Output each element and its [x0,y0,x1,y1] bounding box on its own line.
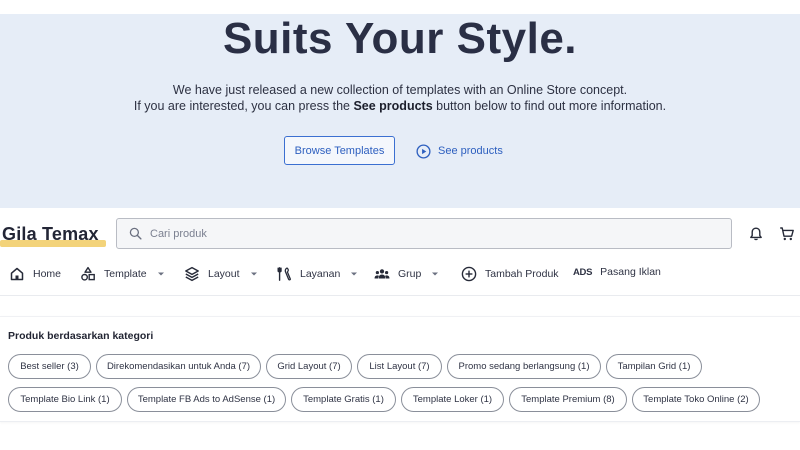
shapes-icon [81,266,95,281]
hero-instruction-post: button below to find out more informatio… [432,99,667,113]
category-chip[interactable]: Direkomendasikan untuk Anda (7) [96,354,261,379]
tools-icon [277,267,292,281]
category-chip[interactable]: Template Gratis (1) [291,387,396,412]
nav-pasang-iklan[interactable]: ADS Pasang Iklan [573,266,661,278]
chevron-down-icon [432,272,439,276]
nav-grup[interactable]: Grup [374,266,439,282]
nav-home-label: Home [33,268,62,280]
search-box[interactable] [116,218,732,249]
category-chip[interactable]: Template Premium (8) [509,387,627,412]
category-chip[interactable]: Best seller (3) [8,354,91,379]
chevron-down-icon [250,272,257,276]
see-products-label: See products [438,145,503,157]
home-icon [10,267,24,281]
category-chip[interactable]: Template FB Ads to AdSense (1) [127,387,286,412]
category-chip[interactable]: Grid Layout (7) [266,354,352,379]
nav-layanan-label: Layanan [300,268,341,280]
nav-template-label: Template [104,268,147,280]
see-products-link[interactable]: See products [416,142,503,160]
category-chip[interactable]: Promo sedang berlangsung (1) [447,354,601,379]
nav-template[interactable]: Template [80,266,165,282]
nav-tambah-produk[interactable]: Tambah Produk [461,266,559,282]
nav-layanan[interactable]: Layanan [276,266,358,282]
category-chip[interactable]: Template Loker (1) [401,387,504,412]
play-circle-icon [416,143,431,159]
category-chip[interactable]: Template Toko Online (2) [632,387,760,412]
hero-instruction-pre: If you are interested, you can press the [133,99,354,113]
category-chip[interactable]: Template Bio Link (1) [8,387,122,412]
hero-banner: Suits Your Style. We have just released … [0,14,800,208]
top-bar: Gila Temax [0,208,800,258]
search-input[interactable] [150,227,710,240]
chevron-down-icon [157,272,164,276]
nav-grup-label: Grup [398,268,422,280]
nav-pasang-label: Pasang Iklan [600,266,661,278]
nav-tambah-label: Tambah Produk [485,268,559,280]
hero-instruction-bold: See products [353,99,433,113]
cart-icon[interactable] [779,226,795,242]
category-chip[interactable]: Tampilan Grid (1) [606,354,702,379]
nav-layout-label: Layout [208,268,240,280]
add-circle-icon [461,266,477,282]
ads-icon: ADS [573,266,593,278]
hero-title: Suits Your Style. [222,14,578,63]
main-nav: Home Template Layout Layanan Grup Tambah… [0,258,800,294]
browse-templates-button[interactable]: Browse Templates [284,136,395,165]
nav-divider [0,295,800,296]
group-icon [374,269,390,279]
chevron-down-icon [351,272,358,276]
category-title: Produk berdasarkan kategori [8,330,154,342]
nav-layout[interactable]: Layout [184,266,258,282]
layers-icon [185,266,199,282]
category-chip[interactable]: List Layout (7) [357,354,442,379]
hero-description: We have just released a new collection o… [172,83,628,97]
hero-instruction: If you are interested, you can press the… [0,98,800,114]
category-panel: Produk berdasarkan kategori Best seller … [0,316,800,422]
bell-icon[interactable] [748,226,764,242]
nav-home[interactable]: Home [9,266,61,282]
search-icon [129,227,142,240]
site-logo[interactable]: Gila Temax [2,224,99,245]
